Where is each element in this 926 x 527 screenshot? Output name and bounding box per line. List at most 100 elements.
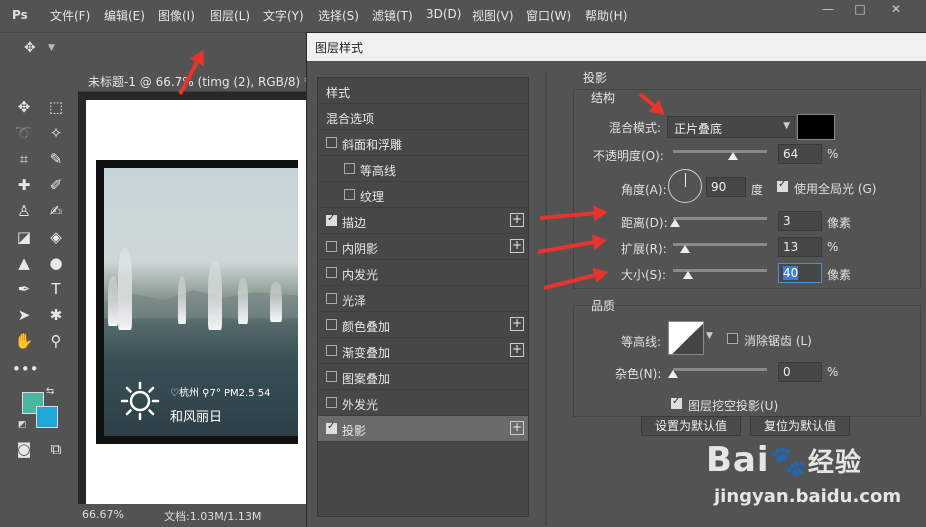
- effect-item[interactable]: 斜面和浮雕: [318, 130, 528, 156]
- add-effect-icon[interactable]: +: [510, 421, 524, 435]
- eyedropper-tool-icon[interactable]: ✎: [44, 148, 68, 170]
- distance-slider-thumb[interactable]: [669, 219, 680, 227]
- history-brush-tool-icon[interactable]: ✍: [44, 200, 68, 222]
- noise-slider-track[interactable]: [673, 368, 767, 371]
- zoom-tool-icon[interactable]: ⚲: [44, 330, 68, 352]
- paint-bucket-tool-icon[interactable]: ◈: [44, 226, 68, 248]
- custom-shape-tool-icon[interactable]: ✱: [44, 304, 68, 326]
- effect-item[interactable]: 内阴影 +: [318, 234, 528, 260]
- screen-mode-icon[interactable]: ⧉: [44, 438, 68, 460]
- distance-slider-track[interactable]: [673, 217, 767, 220]
- effect-item[interactable]: 纹理: [318, 182, 528, 208]
- marquee-tool-icon[interactable]: ⬚: [44, 96, 68, 118]
- chevron-down-icon[interactable]: ▼: [706, 331, 713, 341]
- knockout-checkbox[interactable]: [671, 396, 682, 409]
- spread-input[interactable]: 13: [778, 237, 822, 257]
- type-tool-icon[interactable]: T: [44, 278, 68, 300]
- distance-input[interactable]: 3: [778, 211, 822, 231]
- spread-slider-thumb[interactable]: [680, 245, 691, 253]
- add-effect-icon[interactable]: +: [510, 239, 524, 253]
- effect-item[interactable]: 描边 +: [318, 208, 528, 234]
- close-window-button[interactable]: ✕: [886, 2, 906, 18]
- menu-edit[interactable]: 编辑(E): [104, 7, 145, 24]
- effect-checkbox[interactable]: [326, 241, 337, 252]
- pen-tool-icon[interactable]: ✒: [12, 278, 36, 300]
- menu-window[interactable]: 窗口(W): [526, 7, 571, 24]
- global-light-checkbox[interactable]: [777, 179, 788, 192]
- menu-type[interactable]: 文字(Y): [263, 7, 304, 24]
- shadow-color-swatch[interactable]: [797, 114, 835, 140]
- path-selection-tool-icon[interactable]: ➤: [12, 304, 36, 326]
- magic-wand-tool-icon[interactable]: ✧: [44, 122, 68, 144]
- document-size[interactable]: 文档:1.03M/1.13M: [164, 508, 261, 524]
- clone-stamp-tool-icon[interactable]: ♙: [12, 200, 36, 222]
- lasso-tool-icon[interactable]: ➰: [12, 122, 36, 144]
- styles-header[interactable]: 样式: [318, 78, 528, 104]
- effect-item[interactable]: 等高线: [318, 156, 528, 182]
- effect-checkbox[interactable]: [326, 319, 337, 330]
- menu-help[interactable]: 帮助(H): [585, 7, 627, 24]
- default-colors-icon[interactable]: ◩: [18, 420, 27, 430]
- opacity-slider-thumb[interactable]: [728, 152, 739, 160]
- hand-tool-icon[interactable]: ✋: [12, 330, 36, 352]
- dodge-tool-icon[interactable]: ●: [44, 252, 68, 274]
- minimize-button[interactable]: —: [818, 2, 838, 18]
- effect-checkbox[interactable]: [326, 137, 337, 148]
- zoom-level[interactable]: 66.67%: [82, 508, 124, 521]
- chevron-down-icon[interactable]: ▼: [48, 43, 55, 53]
- opacity-slider-track[interactable]: [673, 150, 767, 153]
- angle-input[interactable]: 90: [706, 177, 746, 197]
- more-tools-icon[interactable]: •••: [12, 358, 39, 380]
- opacity-input[interactable]: 64: [778, 144, 822, 164]
- effect-checkbox[interactable]: [326, 293, 337, 304]
- effect-checkbox[interactable]: [344, 163, 355, 174]
- reset-default-button[interactable]: 复位为默认值: [750, 416, 850, 436]
- add-effect-icon[interactable]: +: [510, 317, 524, 331]
- menu-file[interactable]: 文件(F): [50, 7, 90, 24]
- effect-checkbox[interactable]: [326, 397, 337, 408]
- antialias-checkbox[interactable]: [727, 333, 738, 344]
- size-slider-thumb[interactable]: [683, 271, 694, 279]
- move-tool-icon[interactable]: ✥: [12, 96, 36, 118]
- blur-tool-icon[interactable]: ▲: [12, 252, 36, 274]
- size-input[interactable]: 40: [778, 263, 822, 283]
- effect-item[interactable]: 渐变叠加 +: [318, 338, 528, 364]
- add-effect-icon[interactable]: +: [510, 343, 524, 357]
- noise-slider-thumb[interactable]: [668, 370, 678, 378]
- swap-colors-icon[interactable]: ⇆: [46, 386, 54, 397]
- effect-item[interactable]: 投影 +: [318, 416, 528, 442]
- contour-picker[interactable]: [668, 321, 704, 355]
- menu-layer[interactable]: 图层(L): [210, 7, 250, 24]
- menu-filter[interactable]: 滤镜(T): [372, 7, 413, 24]
- dialog-title-bar[interactable]: 图层样式: [307, 33, 926, 61]
- effect-checkbox[interactable]: [326, 421, 337, 434]
- add-effect-icon[interactable]: +: [510, 213, 524, 227]
- effect-item[interactable]: 图案叠加: [318, 364, 528, 390]
- blend-options-item[interactable]: 混合选项: [318, 104, 528, 130]
- set-default-button[interactable]: 设置为默认值: [641, 416, 741, 436]
- brush-tool-icon[interactable]: ✐: [44, 174, 68, 196]
- quick-mask-icon[interactable]: ◙: [12, 438, 36, 460]
- healing-brush-tool-icon[interactable]: ✚: [12, 174, 36, 196]
- menu-image[interactable]: 图像(I): [158, 7, 195, 24]
- crop-tool-icon[interactable]: ⌗: [12, 148, 36, 170]
- effect-item[interactable]: 外发光: [318, 390, 528, 416]
- canvas-area[interactable]: ♡杭州 ⚲7° PM2.5 54 和风丽日: [78, 92, 306, 504]
- menu-3d[interactable]: 3D(D): [426, 7, 461, 21]
- effect-item[interactable]: 内发光: [318, 260, 528, 286]
- photo-layer[interactable]: ♡杭州 ⚲7° PM2.5 54 和风丽日: [96, 160, 298, 444]
- menu-select[interactable]: 选择(S): [318, 7, 359, 24]
- noise-input[interactable]: 0: [778, 362, 822, 382]
- effect-checkbox[interactable]: [326, 345, 337, 356]
- maximize-button[interactable]: □: [850, 2, 870, 18]
- effect-checkbox[interactable]: [344, 189, 355, 200]
- angle-dial[interactable]: [668, 169, 702, 203]
- move-tool-preset-icon[interactable]: ✥: [24, 40, 36, 56]
- effect-checkbox[interactable]: [326, 213, 337, 226]
- effect-checkbox[interactable]: [326, 371, 337, 382]
- menu-view[interactable]: 视图(V): [472, 7, 514, 24]
- effect-item[interactable]: 光泽: [318, 286, 528, 312]
- background-color-swatch[interactable]: [36, 406, 58, 428]
- ps-logo-icon[interactable]: Ps: [12, 8, 30, 26]
- blend-mode-select[interactable]: 正片叠底 ▼: [667, 116, 795, 138]
